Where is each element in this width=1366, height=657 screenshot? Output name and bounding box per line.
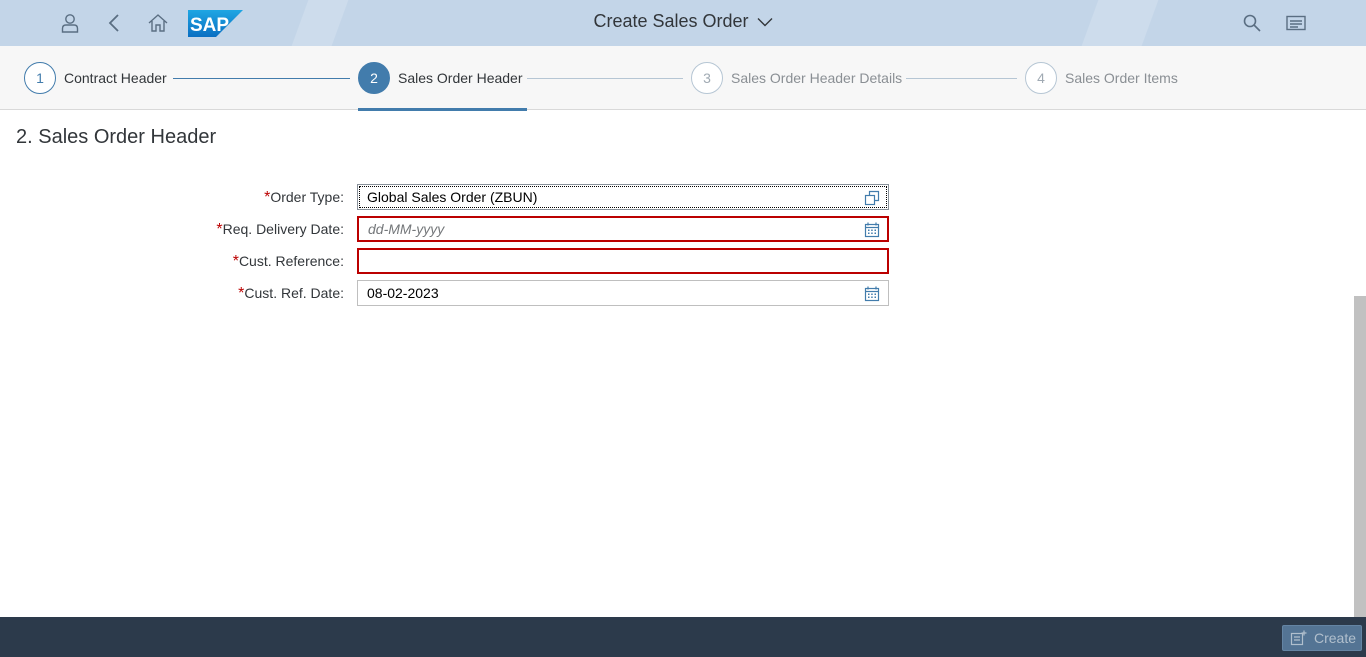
step-number: 1 — [24, 62, 56, 94]
wizard-step-sales-order-header-details: 3 Sales Order Header Details — [691, 62, 902, 94]
create-button[interactable]: Create — [1282, 625, 1362, 651]
order-type-row: *Order Type: Global Sales Order (ZBUN) — [0, 184, 900, 210]
step-label: Sales Order Header Details — [731, 70, 903, 86]
step-label: Sales Order Items — [1065, 70, 1178, 86]
wizard-progress-bar: 1 Contract Header 2 Sales Order Header 3… — [0, 46, 1366, 110]
step-connector — [527, 78, 683, 79]
create-button-label: Create — [1314, 630, 1357, 646]
order-type-label: *Order Type: — [264, 189, 344, 207]
section-title: 2. Sales Order Header — [16, 126, 217, 148]
shell-bar-decoration — [291, 0, 349, 46]
back-icon — [108, 14, 119, 32]
sap-logo[interactable]: SAP — [188, 10, 243, 37]
cust-ref-date-value: 08-02-2023 — [367, 285, 439, 301]
calendar-icon[interactable] — [864, 286, 880, 302]
create-doc-icon — [1290, 630, 1307, 646]
notifications-menu-button[interactable] — [1280, 7, 1312, 39]
home-icon — [148, 14, 168, 32]
search-button[interactable] — [1236, 7, 1268, 39]
wizard-step-sales-order-items: 4 Sales Order Items — [1025, 62, 1178, 94]
req-delivery-date-label-text: Req. Delivery Date: — [222, 221, 344, 237]
cust-reference-row: *Cust. Reference: — [0, 248, 900, 274]
calendar-icon[interactable] — [864, 222, 880, 238]
step-connector — [173, 78, 350, 79]
user-icon — [61, 14, 79, 33]
req-delivery-date-placeholder: dd-MM-yyyy — [368, 221, 445, 237]
cust-reference-input[interactable] — [357, 248, 889, 274]
step-number: 4 — [1025, 62, 1057, 94]
vertical-scrollbar[interactable] — [1354, 296, 1366, 617]
req-delivery-date-input[interactable]: dd-MM-yyyy — [357, 216, 889, 242]
req-delivery-date-label: *Req. Delivery Date: — [216, 221, 344, 239]
step-number: 2 — [358, 62, 390, 94]
wizard-step-sales-order-header[interactable]: 2 Sales Order Header — [358, 62, 523, 94]
shell-bar-decoration — [1081, 0, 1159, 46]
order-type-value: Global Sales Order (ZBUN) — [367, 189, 538, 205]
app-title: Create Sales Order — [593, 11, 749, 31]
user-button[interactable] — [54, 7, 86, 39]
cust-ref-date-input[interactable]: 08-02-2023 — [357, 280, 889, 306]
footer-toolbar — [0, 617, 1366, 657]
cust-ref-date-row: *Cust. Ref. Date: 08-02-2023 — [0, 280, 900, 306]
order-type-field[interactable]: Global Sales Order (ZBUN) — [357, 184, 889, 210]
step-label: Sales Order Header — [398, 70, 523, 86]
value-help-icon[interactable] — [864, 190, 880, 206]
app-title-menu[interactable]: Create Sales Order — [593, 11, 773, 32]
wizard-step-contract-header[interactable]: 1 Contract Header — [24, 62, 167, 94]
req-delivery-date-row: *Req. Delivery Date: dd-MM-yyyy — [0, 216, 900, 242]
cust-reference-label: *Cust. Reference: — [233, 253, 344, 271]
cust-reference-label-text: Cust. Reference: — [238, 253, 344, 269]
active-step-indicator — [358, 108, 527, 111]
sap-logo-text: SAP — [190, 15, 229, 36]
order-type-label-text: Order Type: — [270, 189, 344, 205]
cust-ref-date-label-text: Cust. Ref. Date: — [244, 285, 344, 301]
chevron-down-icon — [757, 17, 773, 26]
step-label: Contract Header — [64, 70, 167, 86]
search-icon — [1243, 14, 1261, 32]
cust-ref-date-label: *Cust. Ref. Date: — [238, 285, 344, 303]
home-button[interactable] — [142, 7, 174, 39]
step-connector — [906, 78, 1017, 79]
step-number: 3 — [691, 62, 723, 94]
menu-icon — [1286, 15, 1306, 31]
back-button[interactable] — [98, 7, 130, 39]
shell-bar: SAP Create Sales Order — [0, 0, 1366, 46]
